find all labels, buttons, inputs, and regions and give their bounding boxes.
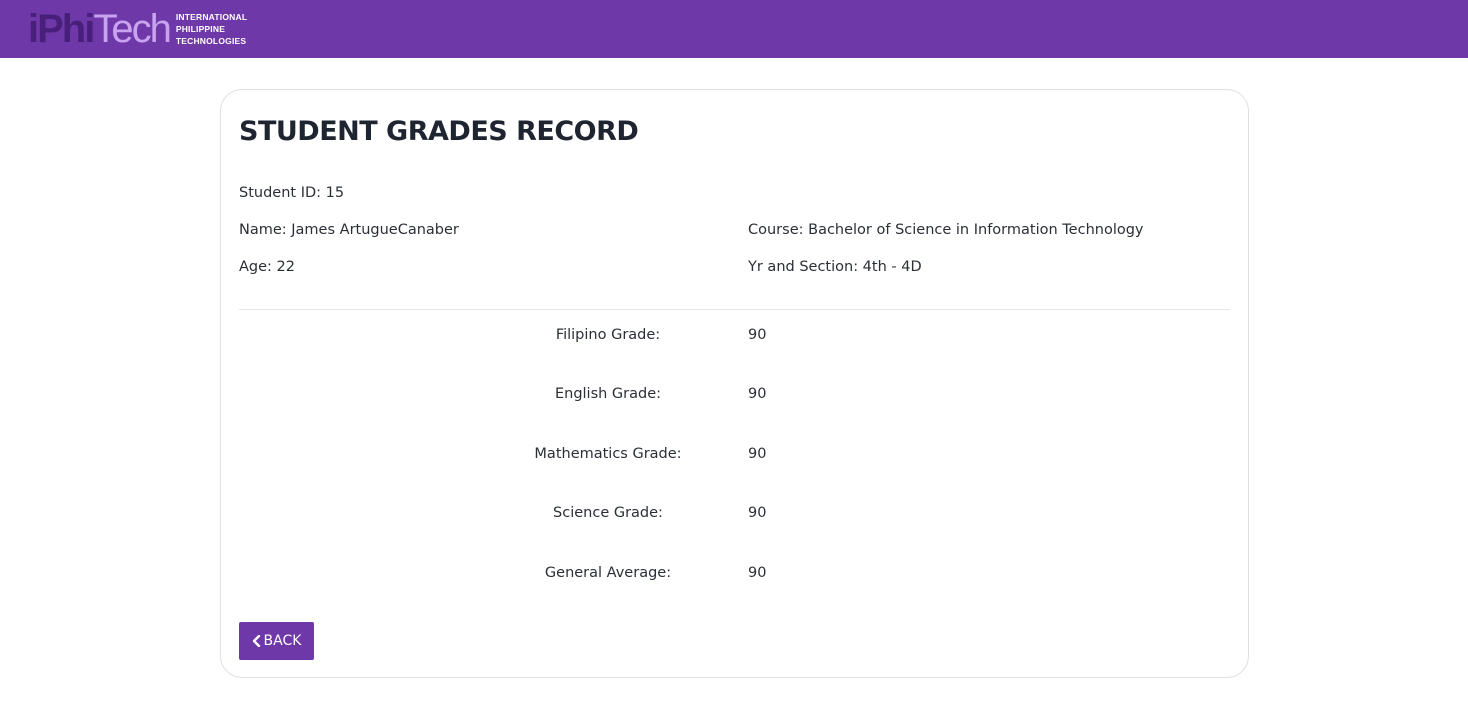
logo-subtitle-line: TECHNOLOGIES: [175, 36, 247, 46]
top-navbar: iPhi Tech INTERNATIONAL PHILIPPINE TECHNO…: [0, 0, 1468, 58]
science-grade-value: 90: [748, 505, 767, 521]
page-title: STUDENT GRADES RECORD: [239, 116, 639, 147]
divider: [239, 309, 1230, 310]
student-age: Age: 22: [239, 259, 295, 275]
science-grade-label: Science Grade:: [553, 505, 663, 521]
grades-record-card: STUDENT GRADES RECORD Student ID: 15 Nam…: [220, 89, 1249, 678]
general-average-label: General Average:: [544, 565, 672, 581]
english-grade-value: 90: [748, 386, 767, 402]
student-course: Course: Bachelor of Science in Informati…: [748, 222, 1144, 238]
mathematics-grade-value: 90: [748, 446, 767, 462]
logo-wordmark: iPhi Tech: [28, 7, 172, 51]
mathematics-grade-label: Mathematics Grade:: [534, 446, 682, 462]
student-yr-section: Yr and Section: 4th - 4D: [748, 259, 922, 275]
general-average-value: 90: [748, 565, 767, 581]
student-id: Student ID: 15: [239, 185, 345, 201]
iphitech-logo[interactable]: iPhi Tech INTERNATIONAL PHILIPPINE TECHNO…: [28, 8, 247, 50]
chevron-left-icon: [252, 635, 261, 647]
back-button[interactable]: BACK: [239, 622, 314, 660]
logo-subtitle: INTERNATIONAL PHILIPPINE TECHNOLOGIES: [176, 11, 247, 47]
english-grade-label: English Grade:: [554, 386, 662, 402]
logo-wordmark-b: Tech: [93, 7, 171, 51]
filipino-grade-label: Filipino Grade:: [555, 327, 661, 343]
filipino-grade-value: 90: [748, 327, 767, 343]
back-button-label: BACK: [263, 633, 302, 649]
logo-wordmark-a: iPhi: [28, 7, 95, 51]
logo-subtitle-line: INTERNATIONAL: [175, 12, 248, 22]
logo-subtitle-line: PHILIPPINE: [175, 24, 226, 34]
student-name: Name: James ArtugueCanaber: [239, 222, 459, 238]
